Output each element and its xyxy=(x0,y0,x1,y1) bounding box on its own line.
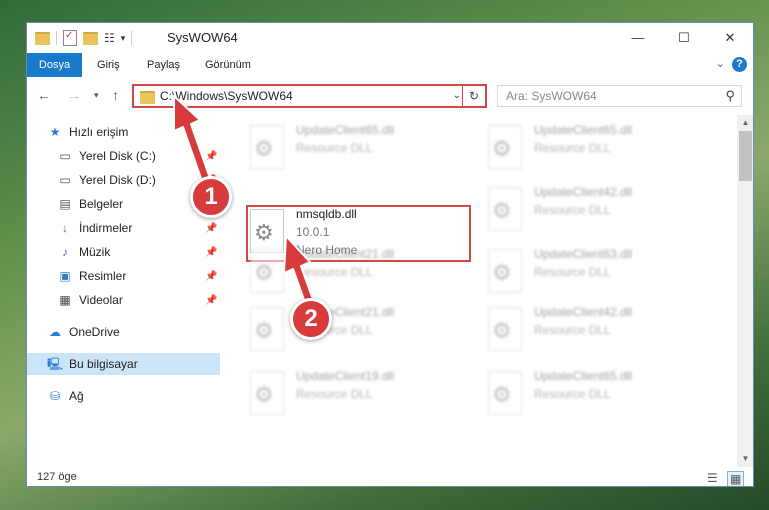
callout-badge-1: 1 xyxy=(190,176,232,218)
annotation-arrows xyxy=(173,95,317,312)
callout-badge-2: 2 xyxy=(290,298,332,340)
arrow-1 xyxy=(173,95,213,188)
